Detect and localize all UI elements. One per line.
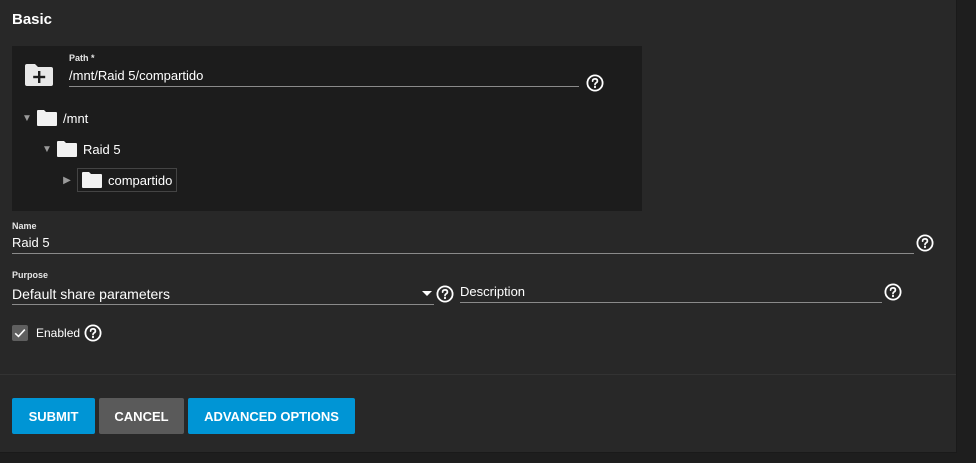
expand-arrow-icon[interactable]: ▼ bbox=[42, 144, 52, 155]
description-underline bbox=[460, 302, 882, 303]
form-divider bbox=[0, 374, 956, 375]
folder-icon bbox=[82, 172, 102, 188]
description-help-icon[interactable] bbox=[884, 283, 902, 301]
path-explorer: Path * ▼ /mnt ▼ Raid 5 ▶ bbox=[12, 46, 642, 211]
purpose-select-value: Default share parameters bbox=[12, 285, 170, 302]
folder-icon bbox=[57, 141, 77, 157]
collapse-arrow-icon[interactable]: ▶ bbox=[62, 175, 72, 186]
tree-node-label: compartido bbox=[108, 172, 173, 188]
purpose-label: Purpose bbox=[12, 270, 49, 280]
share-form-card: Basic Path * ▼ /mnt ▼ Raid 5 bbox=[0, 0, 957, 453]
path-input[interactable] bbox=[69, 65, 579, 87]
folder-icon bbox=[37, 110, 57, 126]
advanced-options-button[interactable]: ADVANCED OPTIONS bbox=[188, 398, 355, 434]
section-title: Basic bbox=[12, 11, 53, 28]
submit-button[interactable]: SUBMIT bbox=[12, 398, 95, 434]
checkmark-icon bbox=[14, 329, 26, 338]
dropdown-caret-icon[interactable] bbox=[422, 291, 432, 296]
cancel-button[interactable]: CANCEL bbox=[99, 398, 184, 434]
path-help-icon[interactable] bbox=[586, 74, 604, 92]
tree-node-mnt[interactable]: ▼ /mnt bbox=[22, 106, 88, 130]
create-new-folder-icon[interactable] bbox=[23, 62, 55, 88]
purpose-select[interactable]: Default share parameters bbox=[12, 283, 434, 305]
enabled-checkbox[interactable] bbox=[12, 325, 28, 341]
name-help-icon[interactable] bbox=[916, 234, 934, 252]
selected-node[interactable]: compartido bbox=[77, 168, 178, 192]
tree-node-raid5[interactable]: ▼ Raid 5 bbox=[42, 137, 121, 161]
purpose-help-icon[interactable] bbox=[436, 285, 454, 303]
description-input[interactable]: Description bbox=[460, 284, 525, 299]
tree-node-label: Raid 5 bbox=[83, 141, 121, 157]
path-label: Path * bbox=[69, 53, 95, 63]
enabled-help-icon[interactable] bbox=[84, 324, 102, 342]
expand-arrow-icon[interactable]: ▼ bbox=[22, 113, 32, 124]
name-input[interactable] bbox=[12, 232, 914, 254]
enabled-label: Enabled bbox=[36, 326, 81, 340]
tree-node-compartido[interactable]: ▶ compartido bbox=[62, 168, 178, 192]
name-label: Name bbox=[12, 221, 37, 231]
tree-node-label: /mnt bbox=[63, 110, 89, 126]
